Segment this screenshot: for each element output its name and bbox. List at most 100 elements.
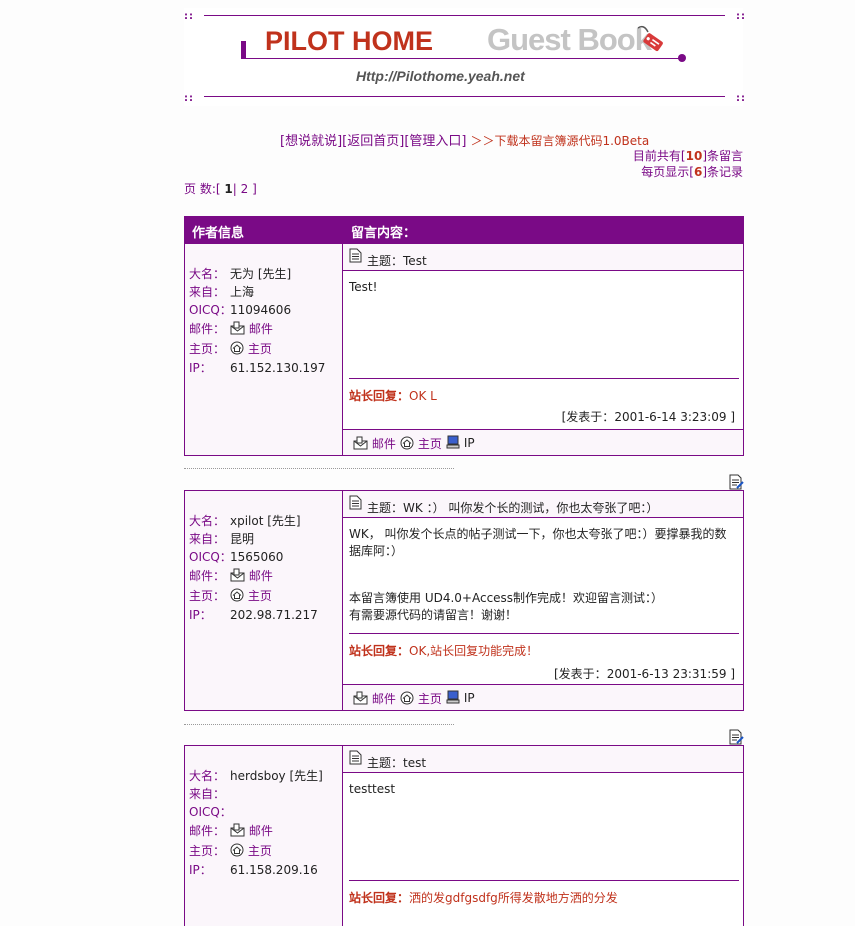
page-1-link[interactable]: 1 <box>224 182 232 196</box>
message-subject: 主题：Test <box>367 254 427 268</box>
message-actions: 邮件 主页 IP <box>343 429 743 455</box>
author-ip: 202.98.71.217 <box>230 608 318 622</box>
home-action[interactable]: 主页 <box>400 435 442 452</box>
reply-edit-icon[interactable] <box>728 729 744 745</box>
mail-icon <box>230 823 245 837</box>
author-ip: 61.152.130.197 <box>230 361 326 375</box>
logo-bar <box>241 41 246 58</box>
author-oicq-row: OICQ： <box>189 805 232 819</box>
banner: :: :: :: :: PILOT HOME Guest Book Http:/… <box>184 8 746 106</box>
message-subject-bar: 主题：WK ：） 叫你发个长的测试，你也太夸张了吧：） <box>343 491 743 518</box>
message-content: 主题：Test Test! 站长回复：OK L [发表于：2001-6-14 3… <box>343 244 743 455</box>
message-actions: 邮件 主页 IP <box>343 684 743 710</box>
message-entry: 大名： herdsboy [先生] 来自： OICQ： 邮件： 邮件 主页： 主页… <box>184 745 744 926</box>
reply-edit-icon[interactable] <box>728 474 744 490</box>
mail-action[interactable]: 邮件 <box>353 690 396 707</box>
author-from-row: 来自： 上海 <box>189 285 255 299</box>
logo-underline <box>241 58 679 59</box>
banner-bottom-rule <box>204 96 725 97</box>
author-mail-row: 邮件： 邮件 <box>189 321 273 336</box>
banner-top-rule <box>204 15 725 16</box>
author-oicq-row: OICQ：1565060 <box>189 550 284 564</box>
home-icon <box>230 588 244 602</box>
admin-login-link[interactable]: [管理入口] <box>404 134 466 149</box>
message-stats: 目前共有[10]条留言 每页显示[6]条记录 <box>633 148 743 180</box>
document-icon <box>349 750 362 765</box>
author-mail-link[interactable]: 邮件 <box>230 568 273 583</box>
author-name-row: 大名： herdsboy [先生] <box>189 769 323 783</box>
author-from: 上海 <box>230 285 255 299</box>
home-icon <box>230 341 244 355</box>
author-name-row: 大名： 无为 [先生] <box>189 267 292 281</box>
download-source-link[interactable]: ＞＞下载本留言簿源代码1.0Beta <box>470 134 649 148</box>
computer-icon <box>446 435 460 449</box>
site-url: Http://Pilothome.yeah.net <box>356 68 525 84</box>
message-body: WK， 叫你发个长点的帖子测试一下，你也太夸张了吧：）要撑暴我的数 据库阿：） … <box>349 527 727 622</box>
author-oicq: 11094606 <box>230 303 292 317</box>
author-info: 大名： 无为 [先生] 来自： 上海 OICQ：11094606 邮件： 邮件 主页… <box>185 244 343 455</box>
author-name: xpilot [先生] <box>230 514 301 528</box>
pager: 页 数:[ 1| 2 ] <box>184 182 257 196</box>
banner-dots-tl: :: <box>184 11 194 22</box>
author-ip-row: IP： 61.158.209.16 <box>189 863 318 877</box>
author-info: 大名： herdsboy [先生] 来自： OICQ： 邮件： 邮件 主页： 主页… <box>185 746 343 926</box>
reply-divider <box>349 633 739 634</box>
message-content: 主题：test testtest 站长回复：洒的发gdfgsdfg所得发散地方洒… <box>343 746 743 926</box>
reply-divider <box>349 880 739 881</box>
author-home-link[interactable]: 主页 <box>230 843 272 858</box>
author-oicq-row: OICQ：11094606 <box>189 303 292 317</box>
top-nav: [想说就说][返回首页][管理入口] ＞＞下载本留言簿源代码1.0Beta <box>280 130 649 149</box>
banner-dots-br: :: <box>736 93 746 104</box>
mail-icon <box>353 691 368 705</box>
home-icon <box>400 691 414 705</box>
message-body: Test! <box>349 280 378 294</box>
author-home-row: 主页： 主页 <box>189 588 272 603</box>
message-subject-bar: 主题：test <box>343 746 743 773</box>
ip-action[interactable]: IP <box>446 435 475 450</box>
author-ip-row: IP： 202.98.71.217 <box>189 608 318 622</box>
author-name: 无为 [先生] <box>230 267 292 281</box>
author-info: 大名： xpilot [先生] 来自： 昆明 OICQ：1565060 邮件： 邮件… <box>185 491 343 710</box>
author-mail-row: 邮件： 邮件 <box>189 568 273 583</box>
admin-reply: 站长回复：OK,站长回复功能完成！ <box>349 644 539 658</box>
author-from: 昆明 <box>230 532 255 546</box>
banner-dots-bl: :: <box>184 93 194 104</box>
total-count: 10 <box>685 149 703 163</box>
author-mail-link[interactable]: 邮件 <box>230 823 273 838</box>
col-content-header: 留言内容： <box>351 226 417 241</box>
message-body: testtest <box>349 782 396 796</box>
author-name-row: 大名： xpilot [先生] <box>189 514 301 528</box>
author-mail-row: 邮件： 邮件 <box>189 823 273 838</box>
post-message-link[interactable]: [想说就说] <box>280 134 342 149</box>
message-subject: 主题：WK ：） 叫你发个长的测试，你也太夸张了吧：） <box>367 501 659 515</box>
admin-reply: 站长回复：OK L <box>349 389 437 403</box>
back-home-link[interactable]: [返回首页] <box>342 134 404 149</box>
author-oicq: 1565060 <box>230 550 284 564</box>
mail-action[interactable]: 邮件 <box>353 435 396 452</box>
site-title: PILOT HOME <box>265 26 433 56</box>
computer-icon <box>446 690 460 704</box>
entry-separator <box>184 724 454 725</box>
col-author-header: 作者信息 <box>192 226 245 241</box>
ip-action[interactable]: IP <box>446 690 475 705</box>
guestbook-title: Guest Book <box>487 22 652 57</box>
author-mail-link[interactable]: 邮件 <box>230 321 273 336</box>
total-messages: 目前共有[10]条留言 <box>632 149 743 163</box>
author-home-row: 主页： 主页 <box>189 341 272 356</box>
message-content: 主题：WK ：） 叫你发个长的测试，你也太夸张了吧：） WK， 叫你发个长点的帖… <box>343 491 743 710</box>
message-subject-bar: 主题：Test <box>343 244 743 271</box>
home-icon <box>230 843 244 857</box>
author-from-row: 来自： <box>189 787 226 801</box>
admin-reply: 站长回复：洒的发gdfgsdfg所得发散地方洒的分发 <box>349 891 618 905</box>
logo-dot <box>678 54 686 62</box>
author-home-link[interactable]: 主页 <box>230 588 272 603</box>
mail-icon <box>230 321 245 335</box>
posted-time: [发表于：2001-6-14 3:23:09 ] <box>561 410 735 424</box>
author-home-link[interactable]: 主页 <box>230 341 272 356</box>
table-header: 作者信息 留言内容： <box>184 216 744 243</box>
posted-time: [发表于：2001-6-13 23:31:59 ] <box>554 667 735 681</box>
tag-icon <box>637 25 663 52</box>
message-subject: 主题：test <box>367 756 427 770</box>
reply-divider <box>349 378 739 379</box>
home-action[interactable]: 主页 <box>400 690 442 707</box>
